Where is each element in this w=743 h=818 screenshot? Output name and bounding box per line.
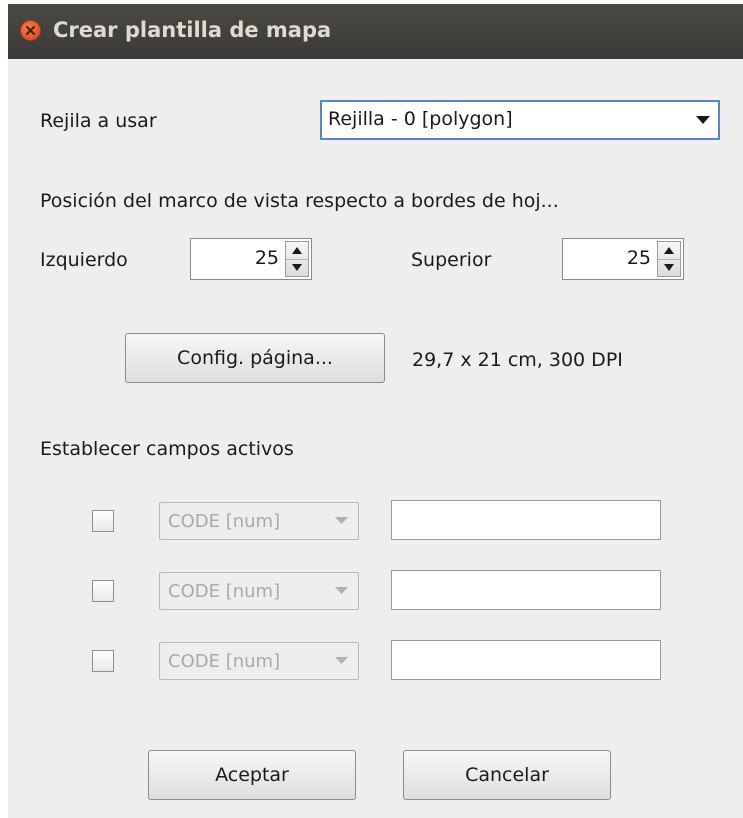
fields-heading: Establecer campos activos	[40, 438, 294, 460]
field-checkbox[interactable]	[92, 510, 114, 532]
field-select[interactable]: CODE [num]	[159, 642, 359, 680]
grid-label: Rejila a usar	[40, 110, 157, 132]
position-heading: Posición del marco de vista respecto a b…	[40, 190, 559, 212]
grid-select[interactable]: Rejilla - 0 [polygon]	[320, 100, 720, 140]
top-increment-button[interactable]	[658, 242, 680, 260]
chevron-down-icon	[335, 517, 348, 524]
field-select[interactable]: CODE [num]	[159, 502, 359, 540]
page-config-button[interactable]: Config. página...	[125, 333, 385, 383]
top-decrement-button[interactable]	[658, 259, 680, 276]
field-value-input[interactable]	[391, 640, 661, 680]
cancel-button[interactable]: Cancelar	[403, 750, 611, 800]
field-checkbox[interactable]	[92, 650, 114, 672]
field-select-value: CODE [num]	[168, 511, 281, 532]
window-title: Crear plantilla de mapa	[53, 18, 332, 42]
left-spinner-value[interactable]: 25	[255, 247, 279, 269]
field-select-value: CODE [num]	[168, 651, 281, 672]
close-icon	[26, 26, 35, 35]
top-spinner[interactable]: 25	[562, 238, 684, 280]
page-info: 29,7 x 21 cm, 300 DPI	[412, 349, 623, 371]
chevron-down-icon	[335, 657, 348, 664]
field-value-input[interactable]	[391, 570, 661, 610]
arrow-down-icon	[292, 264, 302, 271]
left-label: Izquierdo	[40, 249, 128, 271]
grid-select-value: Rejilla - 0 [polygon]	[328, 108, 513, 130]
title-bar[interactable]: Crear plantilla de mapa	[8, 4, 743, 59]
accept-button[interactable]: Aceptar	[148, 750, 356, 800]
left-spinner-buttons	[285, 241, 309, 277]
left-decrement-button[interactable]	[286, 259, 308, 276]
top-spinner-buttons	[657, 241, 681, 277]
field-select-value: CODE [num]	[168, 581, 281, 602]
left-spinner[interactable]: 25	[190, 238, 312, 280]
left-increment-button[interactable]	[286, 242, 308, 260]
chevron-down-icon	[696, 116, 710, 124]
arrow-down-icon	[664, 264, 674, 271]
close-button[interactable]	[20, 20, 41, 41]
arrow-up-icon	[292, 247, 302, 254]
field-select[interactable]: CODE [num]	[159, 572, 359, 610]
chevron-down-icon	[335, 587, 348, 594]
field-checkbox[interactable]	[92, 580, 114, 602]
top-spinner-value[interactable]: 25	[627, 247, 651, 269]
dialog-window: Crear plantilla de mapa Rejila a usar Re…	[8, 4, 743, 818]
top-label: Superior	[411, 249, 492, 271]
field-value-input[interactable]	[391, 500, 661, 540]
arrow-up-icon	[664, 247, 674, 254]
